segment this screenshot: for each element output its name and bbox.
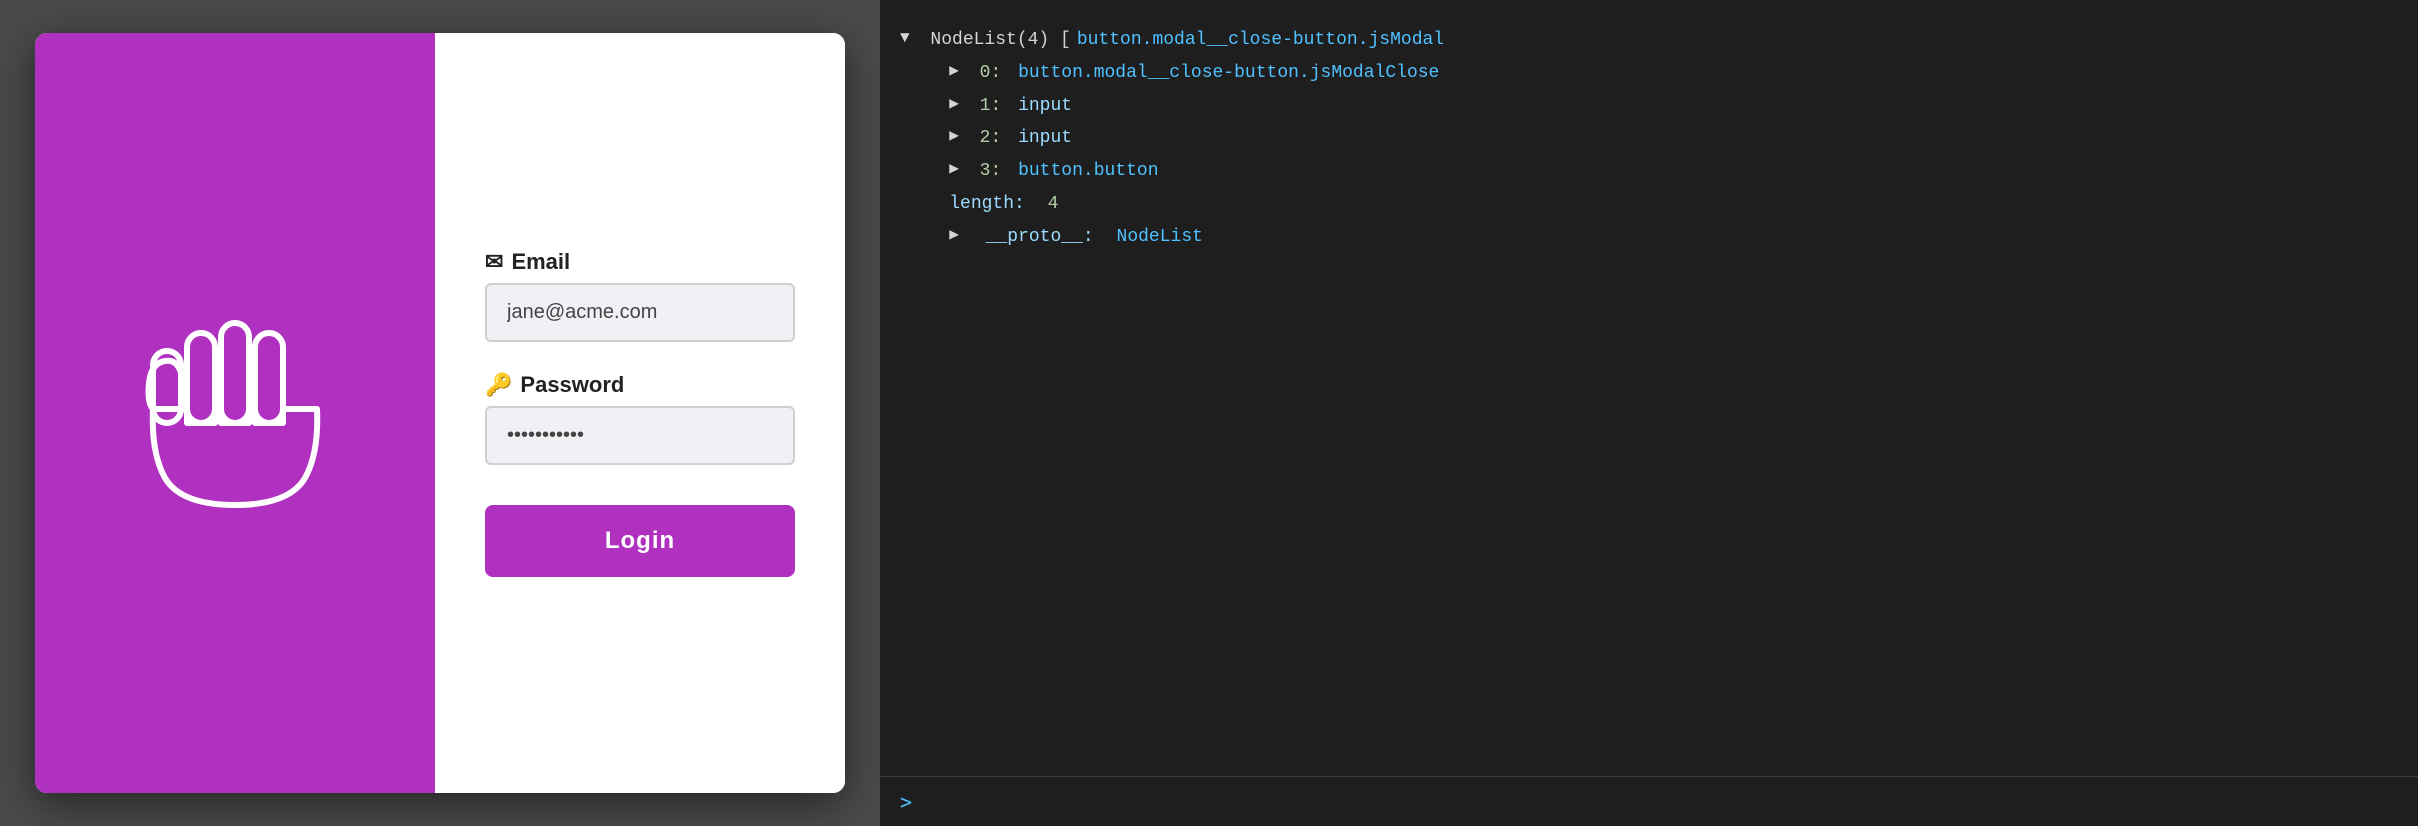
- expand-arrow-nodelist[interactable]: ▼: [900, 26, 910, 52]
- console-line-proto: ▶ __proto__: NodeList: [880, 221, 2418, 254]
- login-button[interactable]: Login: [485, 505, 795, 577]
- modal-dialog: ✉ Email 🔑 Password Login: [35, 33, 845, 793]
- console-prompt-area: >: [880, 776, 2418, 826]
- key-icon: 🔑: [485, 372, 512, 398]
- expand-arrow-item1[interactable]: ▶: [949, 92, 959, 118]
- console-line-length: length: 4: [880, 188, 2418, 221]
- expand-arrow-item2[interactable]: ▶: [949, 124, 959, 150]
- email-icon: ✉: [485, 249, 503, 275]
- email-label: ✉ Email: [485, 249, 795, 275]
- console-caret: >: [900, 790, 912, 814]
- password-label: 🔑 Password: [485, 372, 795, 398]
- console-line-item3: ▶ 3: button.button: [880, 155, 2418, 188]
- console-line-item1: ▶ 1: input: [880, 90, 2418, 123]
- expand-arrow-item3[interactable]: ▶: [949, 157, 959, 183]
- email-form-group: ✉ Email: [485, 249, 795, 342]
- modal-form-panel: ✉ Email 🔑 Password Login: [435, 33, 845, 793]
- console-input[interactable]: [922, 791, 2398, 812]
- password-input[interactable]: [485, 406, 795, 465]
- console-line-nodelist: ▼ NodeList(4) [button.modal__close-butto…: [880, 10, 2418, 57]
- modal-left-panel: [35, 33, 435, 793]
- password-form-group: 🔑 Password: [485, 372, 795, 465]
- expand-arrow-proto[interactable]: ▶: [949, 223, 959, 249]
- console-line-item0: ▶ 0: button.modal__close-button.jsModalC…: [880, 57, 2418, 90]
- console-line-item2: ▶ 2: input: [880, 122, 2418, 155]
- console-output: ▼ NodeList(4) [button.modal__close-butto…: [880, 0, 2418, 776]
- hand-icon: [145, 313, 325, 513]
- email-input[interactable]: [485, 283, 795, 342]
- modal-overlay: ✉ Email 🔑 Password Login: [0, 0, 880, 826]
- expand-arrow-item0[interactable]: ▶: [949, 59, 959, 85]
- devtools-panel: ▼ NodeList(4) [button.modal__close-butto…: [880, 0, 2418, 826]
